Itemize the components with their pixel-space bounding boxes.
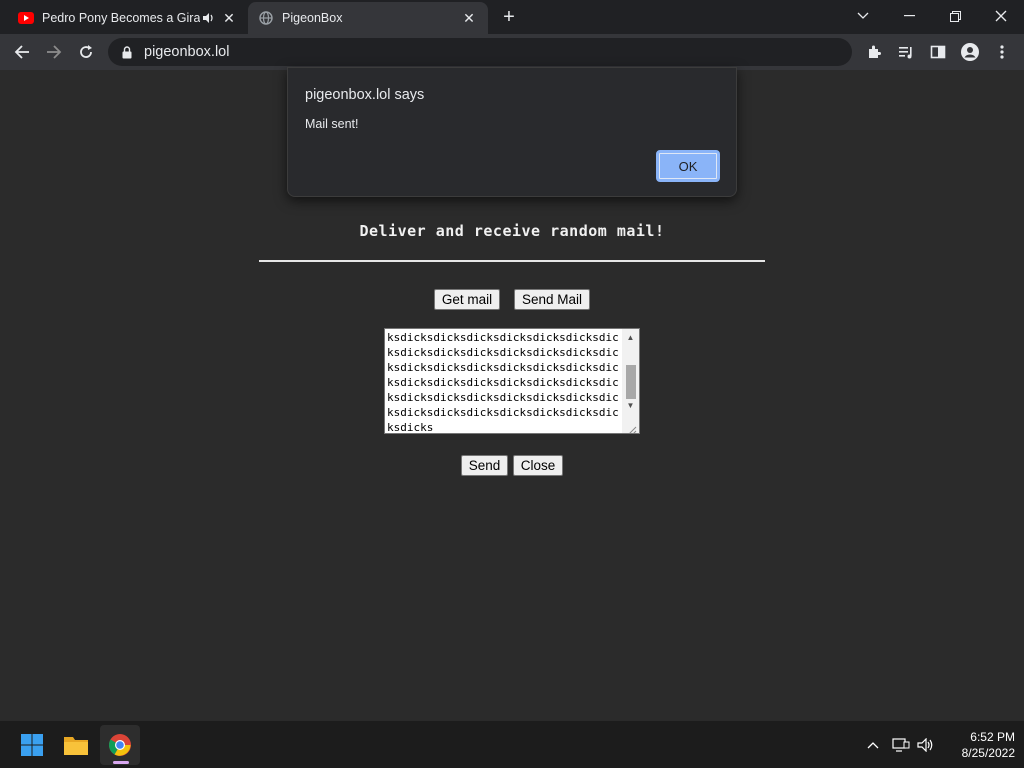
- tab-title: Pedro Pony Becomes a Giraffe: [42, 11, 200, 25]
- extensions-icon[interactable]: [860, 38, 888, 66]
- system-clock[interactable]: 6:52 PM 8/25/2022: [935, 729, 1015, 761]
- minimize-icon[interactable]: [886, 0, 932, 32]
- profile-icon[interactable]: [956, 38, 984, 66]
- tab-youtube[interactable]: Pedro Pony Becomes a Giraffe ✕: [8, 2, 248, 34]
- file-explorer-icon[interactable]: [56, 725, 96, 765]
- dialog-title: pigeonbox.lol says: [305, 87, 425, 103]
- address-bar[interactable]: pigeonbox.lol: [108, 38, 852, 66]
- clock-date: 8/25/2022: [961, 746, 1015, 760]
- tab-pigeonbox[interactable]: PigeonBox ✕: [248, 2, 488, 34]
- taskbar: 6:52 PM 8/25/2022: [0, 720, 1024, 768]
- globe-icon: [258, 10, 274, 26]
- close-button[interactable]: Close: [513, 455, 563, 476]
- forward-icon[interactable]: [40, 38, 68, 66]
- url-text: pigeonbox.lol: [144, 44, 230, 60]
- volume-icon[interactable]: [916, 735, 936, 755]
- new-tab-icon[interactable]: +: [498, 6, 520, 28]
- close-tab-icon[interactable]: ✕: [220, 9, 238, 27]
- get-mail-button[interactable]: Get mail: [434, 289, 500, 310]
- windows-start-icon[interactable]: [12, 725, 52, 765]
- dialog-message: Mail sent!: [305, 117, 359, 131]
- close-window-icon[interactable]: [978, 0, 1024, 32]
- scroll-down-icon[interactable]: ▼: [622, 399, 639, 411]
- send-mail-button[interactable]: Send Mail: [514, 289, 590, 310]
- alert-dialog: pigeonbox.lol says Mail sent! OK: [287, 67, 737, 197]
- reload-icon[interactable]: [72, 38, 100, 66]
- active-app-indicator: [113, 761, 129, 764]
- scrollbar-thumb[interactable]: [626, 365, 636, 399]
- tab-strip: Pedro Pony Becomes a Giraffe ✕ PigeonBox…: [0, 0, 1024, 34]
- resize-grip-icon[interactable]: [627, 422, 637, 433]
- mail-text: ksdicksdicksdicksdicksdicksdicksdicksdic…: [387, 331, 619, 434]
- speaker-icon[interactable]: [200, 10, 216, 26]
- restore-icon[interactable]: [932, 0, 978, 32]
- ok-button[interactable]: OK: [656, 150, 720, 182]
- clock-time: 6:52 PM: [970, 730, 1015, 744]
- lock-icon[interactable]: [120, 45, 134, 59]
- chrome-icon[interactable]: [100, 725, 140, 765]
- mail-textarea[interactable]: ksdicksdicksdicksdicksdicksdicksdicksdic…: [384, 328, 640, 434]
- divider: [259, 260, 765, 262]
- tab-search-icon[interactable]: [840, 0, 886, 32]
- send-button[interactable]: Send: [461, 455, 508, 476]
- side-panel-icon[interactable]: [924, 38, 952, 66]
- youtube-icon: [18, 10, 34, 26]
- menu-kebab-icon[interactable]: [988, 38, 1016, 66]
- network-icon[interactable]: [891, 735, 911, 755]
- tab-title: PigeonBox: [282, 11, 343, 25]
- close-tab-icon[interactable]: ✕: [460, 9, 478, 27]
- scrollbar[interactable]: ▲ ▼: [622, 329, 639, 433]
- tagline: Deliver and receive random mail!: [359, 222, 665, 240]
- tray-chevron-up-icon[interactable]: [863, 735, 883, 755]
- media-control-icon[interactable]: [892, 38, 920, 66]
- back-icon[interactable]: [8, 38, 36, 66]
- scroll-up-icon[interactable]: ▲: [622, 331, 639, 343]
